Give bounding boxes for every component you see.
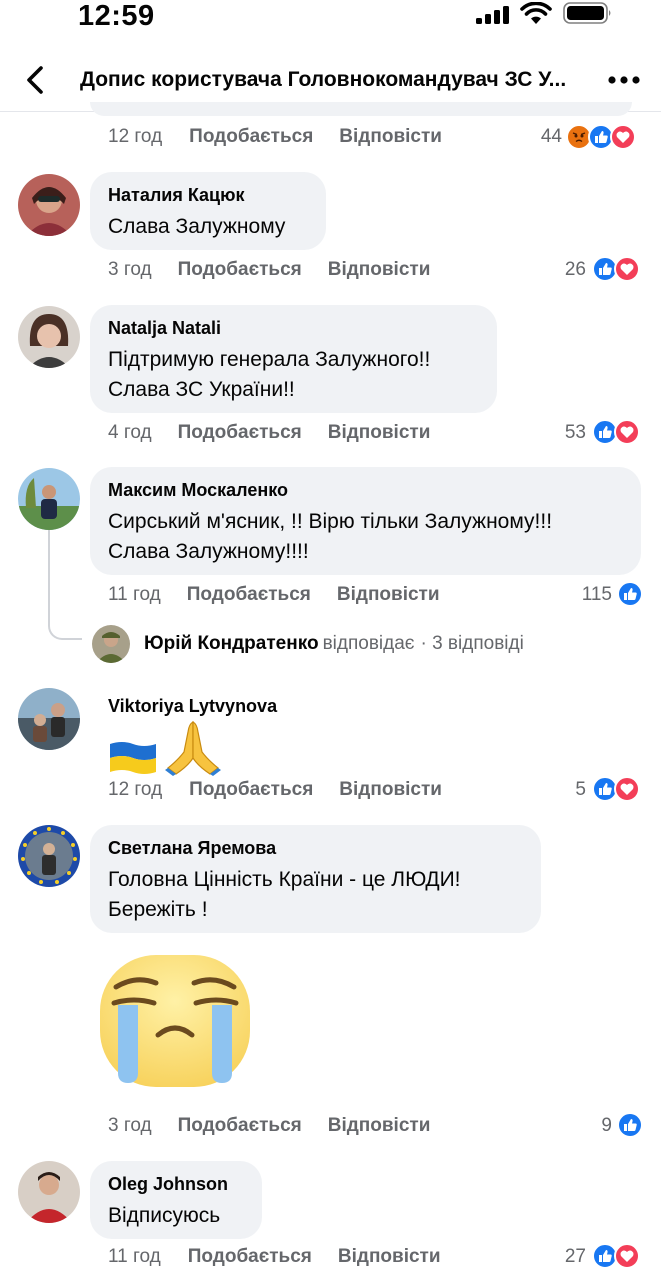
reply-thread-line [48,530,82,640]
reaction-count: 5 [575,779,586,800]
comment-text: Підтримую генерала Залужного!! Слава ЗС … [108,348,431,401]
ukraine-flag-icon [110,742,156,774]
avatar[interactable] [18,688,80,750]
love-reaction-icon [614,776,640,802]
like-button[interactable]: Подобається [178,1115,302,1137]
reaction-icons[interactable] [592,776,640,802]
reply-button[interactable]: Відповісти [328,259,431,281]
reply-verb: відповідає [322,633,415,654]
reply-avatar [92,625,130,663]
like-reaction-icon [617,1112,643,1138]
comment-text: Головна Цінність Країни - це ЛЮДИ! Береж… [108,868,461,921]
comment-actions: 3 год Подобається Відповісти [108,255,430,285]
comment-author[interactable]: Natalja Natali [108,317,479,339]
comment-actions: 3 год Подобається Відповісти [108,1111,430,1141]
reply-author: Юрій Кондратенко [144,633,319,654]
avatar[interactable] [18,174,80,236]
back-arrow-icon[interactable] [20,64,52,96]
comment-author[interactable]: Светлана Яремова [108,837,523,859]
comment-author[interactable]: Oleg Johnson [108,1173,244,1195]
comment-time: 11 год [108,584,161,605]
reaction-count: 53 [564,422,586,443]
previous-comment-bubble [90,102,632,116]
comment-author[interactable]: Максим Москаленко [108,479,623,501]
reaction-icons[interactable] [592,256,640,282]
comment-author[interactable]: Наталия Кацюк [108,184,308,206]
page-title: Допис користувача Головнокомандувач ЗС У… [80,68,567,91]
reply-button[interactable]: Відповісти [338,1246,441,1268]
comment-author[interactable]: Viktoriya Lytvynova [108,695,277,717]
reaction-icons[interactable] [617,581,643,607]
reaction-icons[interactable] [617,1112,643,1138]
avatar[interactable] [18,306,80,368]
comment-time: 11 год [108,1246,161,1267]
reaction-count: 26 [564,259,586,280]
more-options-icon[interactable] [606,68,642,92]
comment-actions: 4 год Подобається Відповісти [108,418,430,448]
love-reaction-icon [614,419,640,445]
praying-hands-icon [165,721,221,776]
comment-bubble: Oleg Johnson Відписуюсь [90,1161,262,1239]
battery-icon [563,2,611,24]
reply-button[interactable]: Відповісти [339,126,442,148]
comment-bubble: Natalja Natali Підтримую генерала Залужн… [90,305,497,413]
reaction-count: 9 [601,1115,612,1136]
reaction-count: 44 [540,126,562,147]
reaction-icons[interactable] [592,1243,640,1269]
comment-text: Сирський м'ясник, !! Вірю тільки Залужно… [108,510,553,563]
comment-bubble: Максим Москаленко Сирський м'ясник, !! В… [90,467,641,575]
avatar[interactable] [18,468,80,530]
love-reaction-icon [614,256,640,282]
reply-count: · 3 відповіді [420,633,524,654]
reply-button[interactable]: Відповісти [328,422,431,444]
comment-time: 12 год [108,126,163,147]
reaction-count: 27 [564,1246,586,1267]
love-reaction-icon [610,124,636,150]
reply-button[interactable]: Відповісти [337,584,440,606]
avatar[interactable] [18,825,80,887]
comment-actions: 12 год Подобається Відповісти [108,122,442,152]
comment-time: 12 год [108,779,163,800]
view-replies-link[interactable]: Юрій Кондратенко відповідає · 3 відповід… [92,625,524,663]
wifi-icon [520,2,552,24]
like-button[interactable]: Подобається [178,259,302,281]
comment-actions: 12 год Подобається Відповісти [108,775,442,805]
reply-button[interactable]: Відповісти [328,1115,431,1137]
comment-bubble: Наталия Кацюк Слава Залужному [90,172,326,250]
comment-time: 3 год [108,259,152,280]
avatar[interactable] [18,1161,80,1223]
comment-text: Слава Залужному [108,215,286,238]
love-reaction-icon [614,1243,640,1269]
reply-button[interactable]: Відповісти [339,779,442,801]
comment-time: 3 год [108,1115,152,1136]
comment-actions: 11 год Подобається Відповісти [108,580,440,610]
cellular-signal-icon [476,6,509,24]
crying-face-sticker [100,955,250,1087]
comment-actions: 11 год Подобається Відповісти [108,1242,441,1272]
reaction-count: 115 [581,584,612,605]
comment-text: Відписуюсь [108,1204,221,1227]
reaction-icons[interactable] [592,419,640,445]
comment-time: 4 год [108,422,152,443]
like-button[interactable]: Подобається [189,779,313,801]
status-bar: 12:59 [0,0,661,44]
comment-bubble: Светлана Яремова Головна Цінність Країни… [90,825,541,933]
status-time: 12:59 [78,0,155,32]
like-button[interactable]: Подобається [187,584,311,606]
like-button[interactable]: Подобається [178,422,302,444]
reaction-icons[interactable] [566,124,636,150]
like-button[interactable]: Подобається [189,126,313,148]
like-button[interactable]: Подобається [188,1246,312,1268]
comment-emoji [108,718,222,776]
like-reaction-icon [617,581,643,607]
